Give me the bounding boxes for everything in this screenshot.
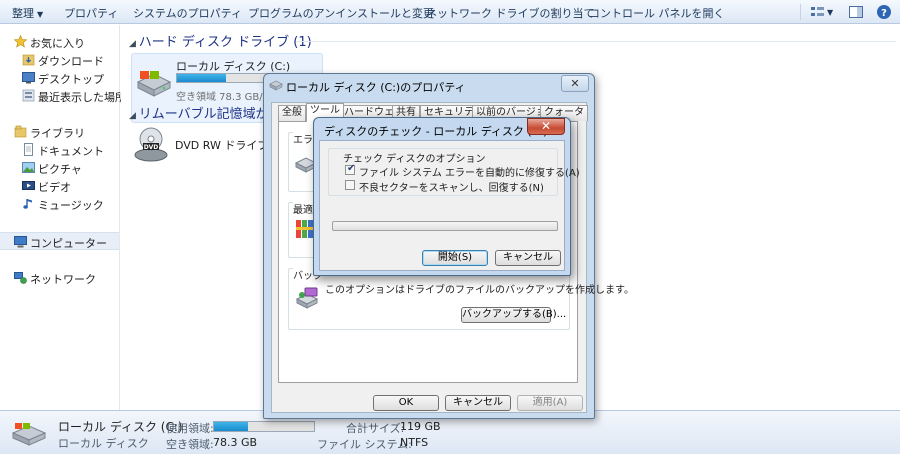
desktop-icon: [22, 71, 35, 84]
svg-text:?: ?: [881, 8, 887, 19]
check-disk-dialog-title: ディスクのチェック - ローカル ディスク (C:): [324, 125, 548, 138]
status-usage-bar: [213, 421, 315, 432]
collapse-chevron-icon[interactable]: ◢: [129, 111, 139, 121]
backup-description: このオプションはドライブのファイルのバックアップを作成します。: [325, 285, 634, 296]
close-icon: ✕: [540, 119, 552, 133]
open-control-panel-button[interactable]: コントロール パネルを開く: [589, 5, 725, 21]
scan-bad-sectors-checkbox[interactable]: ✔: [345, 180, 355, 190]
documents-icon: [22, 143, 35, 156]
backup-now-button[interactable]: バックアップする(B)...: [461, 307, 566, 323]
hard-drive-icon: [136, 68, 172, 101]
pictures-icon: [22, 161, 35, 174]
apply-button[interactable]: 適用(A): [517, 395, 583, 411]
check-disk-options-title: チェック ディスクのオプション: [343, 150, 486, 165]
check-disk-dialog: ディスクのチェック - ローカル ディスク (C:) ✕ チェック ディスクのオ…: [313, 117, 580, 276]
check-disk-dialog-body: チェック ディスクのオプション ✔ ファイル システム エラーを自動的に修復する…: [319, 140, 580, 271]
videos-icon: [22, 179, 35, 192]
hard-drive-icon: [269, 79, 283, 94]
start-button[interactable]: 開始(S): [422, 250, 488, 266]
sidebar-item-music[interactable]: ミュージック: [0, 195, 119, 213]
close-button[interactable]: ✕: [561, 75, 589, 92]
navigation-pane: お気に入り ダウンロード デスクトップ 最近表示した場所 ライブラリ ドキュメン…: [0, 25, 126, 410]
preview-pane-icon[interactable]: [848, 4, 864, 20]
libraries-icon: [14, 125, 27, 138]
uninstall-program-button[interactable]: プログラムのアンインストールと変更: [248, 5, 434, 21]
downloads-folder-icon: [22, 53, 35, 66]
sidebar-item-downloads[interactable]: ダウンロード: [0, 51, 119, 69]
map-network-drive-button[interactable]: ネットワーク ドライブの割り当て: [426, 5, 595, 21]
sidebar-item-favorites[interactable]: お気に入り: [0, 33, 119, 51]
backup-section: バック このオプションはドライブのファイルのバックアップを作成します。 バックア…: [288, 267, 634, 330]
dvd-drive-tile[interactable]: DVD DVD RW ドライブ (D: [133, 125, 285, 167]
sidebar-item-computer[interactable]: コンピューター: [0, 232, 119, 250]
hard-disk-group-title[interactable]: ◢ ハード ディスク ドライブ (1): [129, 31, 312, 50]
sidebar-item-recent-places[interactable]: 最近表示した場所: [0, 87, 126, 105]
sidebar-item-pictures[interactable]: ピクチャ: [0, 159, 119, 177]
properties-button[interactable]: プロパティ: [64, 5, 118, 21]
close-icon: ✕: [570, 77, 580, 90]
svg-text:DVD: DVD: [144, 144, 159, 151]
sidebar-item-network[interactable]: ネットワーク: [0, 269, 119, 287]
backup-icon: [295, 287, 321, 312]
view-options-caret-icon[interactable]: ▼: [827, 8, 833, 17]
selected-drive-name: ローカル ディスク (C:): [58, 420, 183, 434]
checkmark-icon: ✔: [347, 163, 356, 174]
organize-menu[interactable]: 整理 ▼: [12, 5, 43, 21]
removable-storage-group-title[interactable]: ◢ リムーバブル記憶域があ: [129, 103, 282, 122]
group-divider: [296, 41, 896, 42]
hard-drive-icon: [11, 423, 47, 450]
close-button[interactable]: ✕: [527, 118, 565, 135]
auto-fix-errors-checkbox[interactable]: ✔: [345, 163, 356, 175]
tab-general[interactable]: 全般: [278, 105, 306, 121]
ok-button[interactable]: OK: [373, 395, 439, 411]
computer-icon: [14, 235, 27, 248]
dvd-drive-icon: DVD: [133, 127, 169, 166]
recent-places-icon: [22, 89, 35, 102]
collapse-chevron-icon[interactable]: ◢: [129, 39, 139, 49]
sidebar-item-desktop[interactable]: デスクトップ: [0, 69, 119, 87]
properties-dialog-title: ローカル ディスク (C:)のプロパティ: [286, 81, 466, 94]
sidebar-item-videos[interactable]: ビデオ: [0, 177, 119, 195]
defrag-icon: [295, 219, 315, 242]
view-options-icon[interactable]: [810, 4, 826, 20]
music-note-icon: [22, 197, 35, 210]
cancel-button[interactable]: キャンセル: [445, 395, 511, 411]
check-progress-bar: [332, 221, 558, 231]
command-bar: 整理 ▼ プロパティ システムのプロパティ プログラムのアンインストールと変更 ネ…: [0, 0, 900, 24]
selected-drive-type: ローカル ディスク: [58, 437, 149, 450]
sidebar-item-libraries[interactable]: ライブラリ: [0, 123, 119, 141]
help-icon[interactable]: ?: [876, 4, 892, 20]
sidebar-item-documents[interactable]: ドキュメント: [0, 141, 119, 159]
check-disk-options-group: チェック ディスクのオプション ✔ ファイル システム エラーを自動的に修復する…: [328, 148, 580, 196]
network-icon: [14, 271, 27, 284]
star-icon: [13, 34, 28, 48]
toolbar-divider: [800, 4, 801, 20]
cancel-button[interactable]: キャンセル: [495, 250, 561, 266]
system-properties-button[interactable]: システムのプロパティ: [133, 5, 242, 21]
